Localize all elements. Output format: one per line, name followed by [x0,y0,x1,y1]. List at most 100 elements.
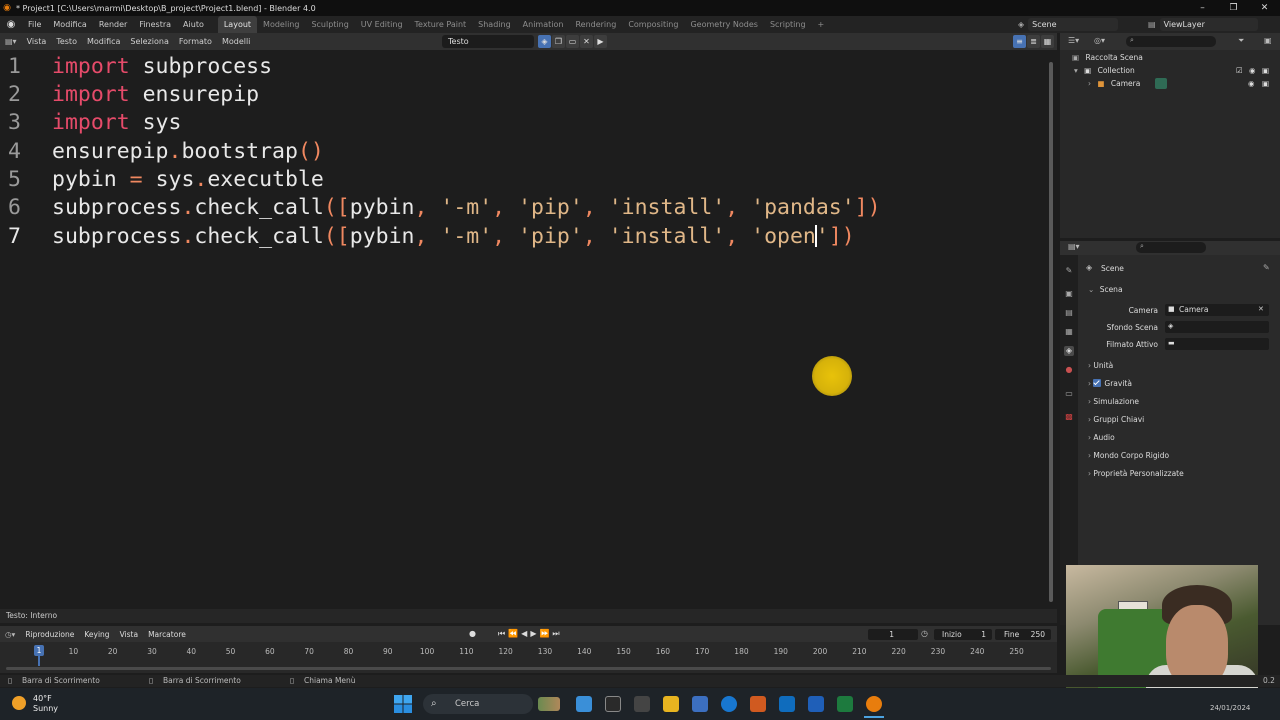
outliner-row-camera[interactable]: › ■ Camera ◉ ▣ [1088,77,1274,90]
view-layer-tab-icon[interactable]: ▦ [1064,327,1074,337]
text-datablock-field[interactable]: Testo [442,35,534,48]
tab-layout[interactable]: Layout [217,16,258,33]
end-frame-field[interactable]: Fine 250 [995,629,1051,640]
word-icon[interactable] [808,696,824,712]
copilot-icon[interactable] [576,696,592,712]
camera-data-icon[interactable] [1155,78,1167,89]
weather-widget[interactable]: 40°F Sunny [33,694,58,714]
scene-tab-icon[interactable]: ◈ [1064,346,1074,356]
app-icon[interactable] [750,696,766,712]
background-scene-field[interactable] [1165,321,1269,333]
menu-edit-text[interactable]: Modifica [82,37,125,46]
menu-text[interactable]: Testo [51,37,82,46]
editor-scrollbar[interactable] [1049,62,1053,602]
panel-custom-properties[interactable]: › Proprietà Personalizzate [1088,466,1274,482]
scene-name-field[interactable]: Scene [1028,17,1118,31]
new-collection-icon[interactable]: ▣ [1264,36,1272,45]
tab-modeling[interactable]: Modeling [257,16,305,33]
tool-tab-icon[interactable]: ✎ [1064,266,1074,276]
open-text-icon[interactable]: ▭ [566,35,579,48]
outlook-icon[interactable] [779,696,795,712]
microsoft-store-icon[interactable] [692,696,708,712]
output-tab-icon[interactable]: ▤ [1064,308,1074,318]
blender-taskbar-icon[interactable] [866,696,882,712]
add-workspace-icon[interactable]: + [812,16,831,33]
panel-rigid-body-world[interactable]: › Mondo Corpo Rigido [1088,448,1274,464]
panel-simulation[interactable]: › Simulazione [1088,394,1274,410]
code-line-2[interactable]: import ensurepip [52,82,259,107]
taskbar-search-input[interactable]: Cerca [423,694,533,714]
render-camera-icon[interactable]: ▣ [1262,77,1269,90]
current-frame-field[interactable]: 1 [868,629,918,640]
tab-rendering[interactable]: Rendering [569,16,622,33]
menu-select[interactable]: Seleziona [125,37,173,46]
preview-range-icon[interactable]: ◷ [921,629,928,638]
collection-checkbox-icon[interactable]: ☑ [1236,64,1243,77]
tab-compositing[interactable]: Compositing [622,16,684,33]
code-line-6[interactable]: subprocess.check_call([pybin, '-m', 'pip… [52,195,881,220]
timeline-scrollbar[interactable] [6,667,1051,670]
properties-search-input[interactable]: ⌕ [1136,242,1206,253]
properties-editor-icon[interactable]: ▤▾ [1068,242,1080,251]
menu-file[interactable]: File [22,20,47,29]
excel-icon[interactable] [837,696,853,712]
display-mode-icon[interactable]: ◎▾ [1094,36,1105,45]
world-tab-icon[interactable]: ● [1064,365,1074,375]
code-line-3[interactable]: import sys [52,110,181,135]
outliner-row-collection[interactable]: ▾ ▣ Collection ☑ ◉ ▣ [1074,64,1274,77]
playhead[interactable]: 1 [34,645,44,656]
menu-keying[interactable]: Keying [79,630,114,639]
outliner-editor-icon[interactable]: ☰▾ [1068,36,1079,45]
start-frame-field[interactable]: Inizio 1 [934,629,992,640]
camera-field[interactable]: Camera [1165,304,1269,316]
syntax-highlight-icon[interactable]: ▦ [1041,35,1054,48]
word-wrap-icon[interactable]: ≣ [1027,35,1040,48]
menu-render[interactable]: Render [93,20,133,29]
pin-icon[interactable]: ✎ [1263,263,1270,272]
filter-icon[interactable]: ⏷ [1238,36,1244,46]
code-line-7[interactable]: subprocess.check_call([pybin, '-m', 'pip… [52,224,855,249]
panel-units[interactable]: › Unità [1088,358,1274,374]
minimize-icon[interactable]: – [1187,0,1218,16]
code-line-1[interactable]: import subprocess [52,54,272,79]
windows-start-icon[interactable] [394,695,412,713]
menu-playback[interactable]: Riproduzione [20,630,79,639]
task-view-icon[interactable] [605,696,621,712]
tab-animation[interactable]: Animation [517,16,570,33]
view-layer-name-field[interactable]: ViewLayer [1159,17,1258,31]
render-tab-icon[interactable]: ▣ [1064,289,1074,299]
store-bag-icon[interactable] [634,696,650,712]
tab-texture-paint[interactable]: Texture Paint [409,16,473,33]
run-script-icon[interactable]: ▶ [594,35,607,48]
menu-help[interactable]: Aiuto [177,20,210,29]
tab-scripting[interactable]: Scripting [764,16,812,33]
visibility-eye-icon[interactable]: ◉ [1248,77,1255,90]
menu-marker[interactable]: Marcatore [143,630,191,639]
code-line-5[interactable]: pybin = sys.executble [52,167,324,192]
blender-menu-icon[interactable]: ◉ [0,19,22,30]
tab-uv-editing[interactable]: UV Editing [355,16,409,33]
outliner-row-scene-collection[interactable]: ▣ Raccolta Scena [1072,51,1143,64]
editor-type-icon[interactable]: ▤▾ [0,37,22,46]
close-icon[interactable]: ✕ [1249,0,1280,16]
render-camera-icon[interactable]: ▣ [1262,64,1269,77]
unlink-text-icon[interactable]: ✕ [580,35,593,48]
playback-controls[interactable]: ⏮⏪◀▶⏩⏭ [498,629,563,639]
clear-field-icon[interactable]: ✕ [1258,305,1264,313]
panel-keying-sets[interactable]: › Gruppi Chiavi [1088,412,1274,428]
code-line-4[interactable]: ensurepip.bootstrap() [52,139,324,164]
gravity-checkbox[interactable] [1093,379,1102,387]
edge-browser-icon[interactable] [721,696,737,712]
outliner-search-input[interactable]: ⌕ [1126,36,1216,47]
active-clip-field[interactable] [1165,338,1269,350]
timeline-editor-icon[interactable]: ◷▾ [0,630,20,639]
line-numbers-icon[interactable]: ≡ [1013,35,1026,48]
new-text-icon[interactable]: ❐ [552,35,565,48]
maximize-icon[interactable]: ❐ [1218,0,1249,16]
view-layer-selector[interactable]: ▤ ViewLayer [1148,17,1258,31]
weather-sun-icon[interactable] [12,696,26,710]
menu-timeline-view[interactable]: Vista [115,630,144,639]
panel-audio[interactable]: › Audio [1088,430,1274,446]
tab-geometry-nodes[interactable]: Geometry Nodes [684,16,763,33]
menu-format[interactable]: Formato [174,37,217,46]
